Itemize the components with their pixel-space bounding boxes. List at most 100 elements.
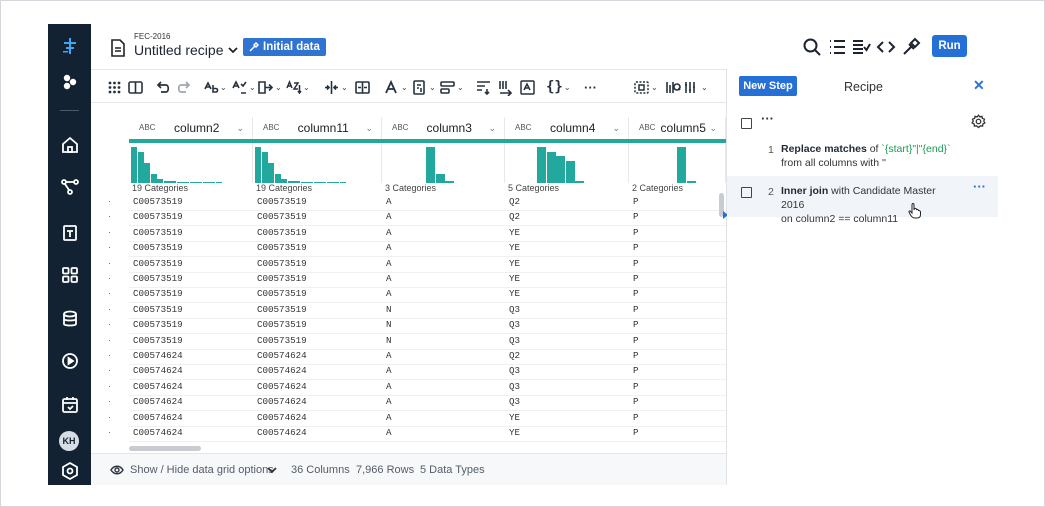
split-column-icon[interactable]: ⌄	[323, 77, 348, 97]
horizontal-scrollbar[interactable]	[129, 446, 201, 451]
row-marker[interactable]: ·	[108, 242, 111, 252]
table-cell[interactable]: Q3	[509, 365, 520, 376]
show-hide-options[interactable]: Show / Hide data grid options	[130, 464, 274, 476]
table-cell[interactable]: YE	[509, 288, 520, 299]
table-cell[interactable]: P	[633, 381, 639, 392]
table-cell[interactable]: C00573519	[257, 227, 307, 238]
flows-hub-icon[interactable]	[48, 68, 91, 96]
table-cell[interactable]: A	[386, 288, 392, 299]
column-histogram[interactable]	[505, 143, 629, 183]
select-all-checkbox[interactable]	[741, 118, 752, 129]
user-avatar[interactable]: KH	[59, 431, 79, 451]
table-cell[interactable]: P	[633, 273, 639, 284]
search-icon[interactable]	[802, 37, 822, 57]
table-cell[interactable]: C00573519	[133, 196, 183, 207]
filter-rows-icon[interactable]	[475, 77, 492, 97]
row-marker[interactable]: ·	[108, 396, 111, 406]
table-cell[interactable]: C00573519	[133, 211, 183, 222]
chevron-down-icon[interactable]: ⌄	[365, 123, 373, 134]
table-cell[interactable]: A	[386, 258, 392, 269]
histogram-bar[interactable]	[556, 156, 565, 183]
table-cell[interactable]: Q3	[509, 335, 520, 346]
home-icon[interactable]	[48, 131, 91, 159]
table-cell[interactable]: A	[386, 412, 392, 423]
step-more-icon[interactable]: ···	[973, 179, 986, 194]
histogram-bar[interactable]	[537, 147, 546, 183]
table-cell[interactable]: C00574624	[133, 412, 183, 423]
histogram-bar[interactable]	[320, 182, 326, 183]
table-cell[interactable]: C00573519	[257, 319, 307, 330]
table-cell[interactable]: C00574624	[257, 365, 307, 376]
histogram-bar[interactable]	[137, 152, 144, 183]
table-cell[interactable]: C00573519	[257, 258, 307, 269]
calculate-tool-icon[interactable]: ⌄	[411, 77, 436, 97]
table-cell[interactable]: C00573519	[257, 196, 307, 207]
code-icon[interactable]	[876, 37, 896, 57]
new-step-button[interactable]: New Step	[739, 76, 797, 96]
table-cell[interactable]: C00574624	[133, 365, 183, 376]
row-marker[interactable]: ·	[108, 335, 111, 345]
table-cell[interactable]: C00573519	[133, 227, 183, 238]
table-cell[interactable]: C00573519	[133, 288, 183, 299]
histogram-bar[interactable]	[261, 152, 268, 183]
table-cell[interactable]: Q2	[509, 350, 520, 361]
redo-icon[interactable]	[175, 77, 192, 97]
plans-icon[interactable]	[48, 219, 91, 247]
table-cell[interactable]: P	[633, 304, 639, 315]
column-header[interactable]: ABC column5 ⌄	[629, 117, 726, 139]
row-marker[interactable]: ·	[108, 365, 111, 375]
histogram-bar[interactable]	[445, 181, 454, 183]
table-cell[interactable]: P	[633, 288, 639, 299]
chevron-down-icon[interactable]: ⌄	[709, 123, 717, 134]
replace-tool-icon[interactable]: ⌄	[202, 77, 227, 97]
run-button[interactable]: Run	[932, 35, 967, 57]
histogram-bar[interactable]	[209, 182, 215, 183]
flow-icon[interactable]	[48, 173, 91, 201]
histogram-bar[interactable]	[196, 182, 202, 183]
restructure-tool-icon[interactable]: ⌄	[439, 77, 464, 97]
table-cell[interactable]: C00573519	[133, 319, 183, 330]
histogram-bar[interactable]	[189, 182, 196, 183]
schedule-calendar-icon[interactable]	[48, 391, 91, 419]
table-cell[interactable]: A	[386, 365, 392, 376]
table-cell[interactable]: C00573519	[133, 304, 183, 315]
table-cell[interactable]: C00574624	[133, 381, 183, 392]
chevron-down-icon[interactable]	[267, 467, 277, 474]
step-checkbox[interactable]	[741, 187, 752, 198]
gear-icon[interactable]	[971, 114, 986, 129]
settings-hex-icon[interactable]	[48, 457, 91, 485]
table-cell[interactable]: P	[633, 242, 639, 253]
library-grid-icon[interactable]	[48, 261, 91, 289]
table-cell[interactable]: C00574624	[257, 396, 307, 407]
database-icon[interactable]	[48, 305, 91, 333]
select-columns-icon[interactable]: ⌄	[633, 77, 658, 97]
pivot-icon[interactable]	[497, 77, 514, 97]
table-cell[interactable]: C00573519	[133, 273, 183, 284]
table-cell[interactable]: P	[633, 412, 639, 423]
histogram-bar[interactable]	[333, 182, 339, 183]
table-cell[interactable]: A	[386, 381, 392, 392]
column-histogram[interactable]	[382, 143, 505, 183]
table-cell[interactable]: A	[386, 211, 392, 222]
table-cell[interactable]: C00573519	[133, 242, 183, 253]
histogram-bar[interactable]	[255, 147, 261, 183]
table-cell[interactable]: C00574624	[257, 412, 307, 423]
trifacta-logo-icon[interactable]	[48, 32, 91, 60]
row-marker[interactable]: ·	[108, 304, 111, 314]
histogram-bar[interactable]	[150, 174, 157, 183]
format-text-icon[interactable]	[519, 77, 536, 97]
column-header[interactable]: ABC column4 ⌄	[505, 117, 629, 139]
histogram-bar[interactable]	[313, 182, 320, 183]
table-cell[interactable]: A	[386, 196, 392, 207]
row-marker[interactable]: ·	[108, 258, 111, 268]
table-cell[interactable]: N	[386, 335, 392, 346]
histogram-bar[interactable]	[326, 182, 333, 183]
table-cell[interactable]: C00573519	[257, 335, 307, 346]
row-marker[interactable]: ·	[108, 288, 111, 298]
table-cell[interactable]: A	[386, 227, 392, 238]
histogram-bar[interactable]	[435, 174, 445, 183]
table-cell[interactable]: P	[633, 227, 639, 238]
column-header[interactable]: ABC column11 ⌄	[253, 117, 382, 139]
histogram-bar[interactable]	[202, 182, 209, 183]
table-cell[interactable]: C00574624	[257, 350, 307, 361]
